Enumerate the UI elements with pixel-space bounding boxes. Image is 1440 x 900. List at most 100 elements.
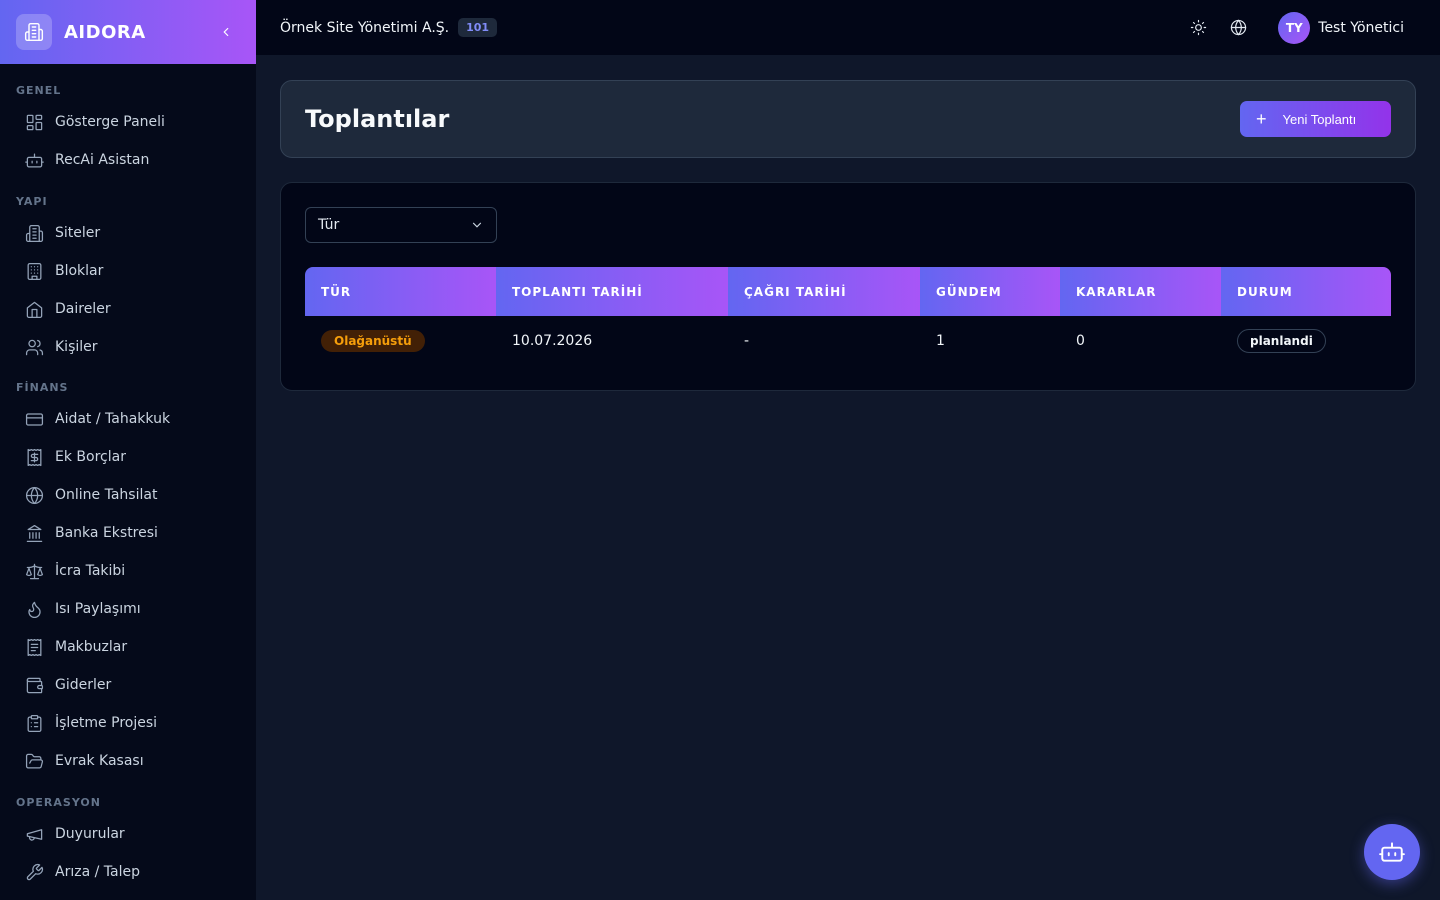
sidebar-item-label: Bloklar (55, 263, 104, 279)
avatar: TY (1278, 11, 1311, 44)
sidebar-item-label: Duyurular (55, 826, 125, 842)
collapse-sidebar-button[interactable] (216, 22, 236, 42)
wrench-icon (24, 862, 44, 882)
sidebar-item-dashboard[interactable]: Gösterge Paneli (0, 103, 256, 141)
plus-icon: + (1256, 109, 1267, 129)
page-header-card: Toplantılar + Yeni Toplantı (280, 80, 1416, 158)
column-header-meeting-date[interactable]: TOPLANTI TARİHİ (496, 267, 728, 316)
sidebar-item-home[interactable]: Daireler (0, 290, 256, 328)
meetings-card: Tür TÜR TOPLANTI TARİHİ ÇAĞRI TARİHİ GÜN… (280, 182, 1416, 391)
sidebar-item-label: Isı Paylaşımı (55, 601, 141, 617)
sidebar-item-users[interactable]: Kişiler (0, 328, 256, 366)
sidebar-item-credit-card[interactable]: Aidat / Tahakkuk (0, 400, 256, 438)
cell-agenda: 1 (936, 333, 945, 349)
cell-status: planlandi (1221, 316, 1391, 366)
sidebar-item-label: Evrak Kasası (55, 753, 144, 769)
sidebar-item-label: Banka Ekstresi (55, 525, 158, 541)
sidebar-item-globe[interactable]: Online Tahsilat (0, 476, 256, 514)
user-menu[interactable]: TY Test Yönetici (1278, 11, 1404, 44)
nav-section-title: YAPI (16, 195, 48, 208)
column-header-decisions[interactable]: KARARLAR (1060, 267, 1221, 316)
sidebar-item-bank[interactable]: Banka Ekstresi (0, 514, 256, 552)
status-badge: planlandi (1237, 329, 1326, 353)
megaphone-icon (24, 824, 44, 844)
new-meeting-button[interactable]: + Yeni Toplantı (1240, 101, 1391, 137)
sidebar-item-label: RecAi Asistan (55, 152, 150, 168)
sidebar-item-flame[interactable]: Isı Paylaşımı (0, 590, 256, 628)
organization-badge: 101 (458, 18, 498, 37)
sidebar-item-wrench[interactable]: Arıza / Talep (0, 853, 256, 891)
sidebar-item-label: Siteler (55, 225, 101, 241)
wallet-icon (24, 675, 44, 695)
users-icon (24, 337, 44, 357)
dashboard-icon (24, 112, 44, 132)
user-name: Test Yönetici (1318, 19, 1404, 36)
sidebar-item-building[interactable]: Siteler (0, 214, 256, 252)
sidebar-item-label: Aidat / Tahakkuk (55, 411, 171, 427)
brand-header: AIDORA (0, 0, 256, 64)
sidebar-item-wallet[interactable]: Giderler (0, 666, 256, 704)
cell-meeting-date: 10.07.2026 (512, 333, 593, 349)
organization-name[interactable]: Örnek Site Yönetimi A.Ş. (280, 20, 449, 36)
bot-icon (24, 150, 44, 170)
type-filter-select[interactable]: Tür (305, 207, 497, 243)
sidebar-item-label: Daireler (55, 301, 111, 317)
theme-toggle-button[interactable] (1184, 14, 1212, 42)
sidebar: AIDORA GENEL Gösterge Paneli RecAi Asistan… (0, 0, 256, 900)
sidebar-item-scale[interactable]: İcra Takibi (0, 552, 256, 590)
block-icon (24, 261, 44, 281)
sidebar-item-label: Gösterge Paneli (55, 114, 165, 130)
clipboard-icon (24, 713, 44, 733)
dollar-receipt-icon (24, 447, 44, 467)
assistant-fab-button[interactable] (1364, 824, 1420, 880)
type-badge: Olağanüstü (321, 330, 425, 352)
column-header-call-date[interactable]: ÇAĞRI TARİHİ (728, 267, 920, 316)
flame-icon (24, 599, 44, 619)
building-icon (24, 223, 44, 243)
globe-icon (24, 485, 44, 505)
page-title: Toplantılar (305, 105, 450, 133)
table-row[interactable]: Olağanüstü 10.07.2026 - 1 0 planlandi (305, 316, 1391, 366)
globe-icon (1230, 19, 1246, 36)
sidebar-item-megaphone[interactable]: Duyurular (0, 815, 256, 853)
home-icon (24, 299, 44, 319)
meetings-table: TÜR TOPLANTI TARİHİ ÇAĞRI TARİHİ GÜNDEM … (305, 267, 1391, 366)
sidebar-item-label: Online Tahsilat (55, 487, 158, 503)
type-filter-value: Tür (318, 217, 340, 233)
credit-card-icon (24, 409, 44, 429)
bot-icon (1379, 842, 1405, 862)
bank-icon (24, 523, 44, 543)
cell-call-date: - (744, 333, 750, 349)
chevron-left-icon (223, 27, 229, 37)
topbar: Örnek Site Yönetimi A.Ş. 101 TY Test Yön… (256, 0, 1440, 55)
sidebar-item-label: Kişiler (55, 339, 98, 355)
nav-section-title: GENEL (16, 84, 62, 97)
sidebar-item-block[interactable]: Bloklar (0, 252, 256, 290)
cell-type: Olağanüstü (305, 316, 496, 366)
new-meeting-label: Yeni Toplantı (1282, 111, 1357, 127)
sidebar-item-receipt[interactable]: Makbuzlar (0, 628, 256, 666)
app-name: AIDORA (64, 21, 146, 43)
sun-icon (1190, 19, 1206, 36)
language-button[interactable] (1224, 14, 1252, 42)
folder-open-icon (24, 751, 44, 771)
column-header-agenda[interactable]: GÜNDEM (920, 267, 1060, 316)
receipt-icon (24, 637, 44, 657)
table-header-row: TÜR TOPLANTI TARİHİ ÇAĞRI TARİHİ GÜNDEM … (305, 267, 1391, 316)
column-header-status[interactable]: DURUM (1221, 267, 1391, 316)
sidebar-item-folder-open[interactable]: Evrak Kasası (0, 742, 256, 780)
building-logo-icon (16, 14, 52, 50)
sidebar-item-dollar-receipt[interactable]: Ek Borçlar (0, 438, 256, 476)
sidebar-item-clipboard[interactable]: İşletme Projesi (0, 704, 256, 742)
sidebar-item-label: Giderler (55, 677, 112, 693)
cell-decisions: 0 (1076, 333, 1085, 349)
sidebar-item-label: İşletme Projesi (55, 715, 158, 731)
nav-section-title: FİNANS (16, 381, 69, 394)
column-header-type[interactable]: TÜR (305, 267, 496, 316)
sidebar-item-label: Ek Borçlar (55, 449, 126, 465)
nav-section-title: OPERASYON (16, 796, 101, 809)
sidebar-item-label: İcra Takibi (55, 563, 126, 579)
scale-icon (24, 561, 44, 581)
sidebar-item-label: Arıza / Talep (55, 864, 140, 880)
sidebar-item-bot[interactable]: RecAi Asistan (0, 141, 256, 179)
